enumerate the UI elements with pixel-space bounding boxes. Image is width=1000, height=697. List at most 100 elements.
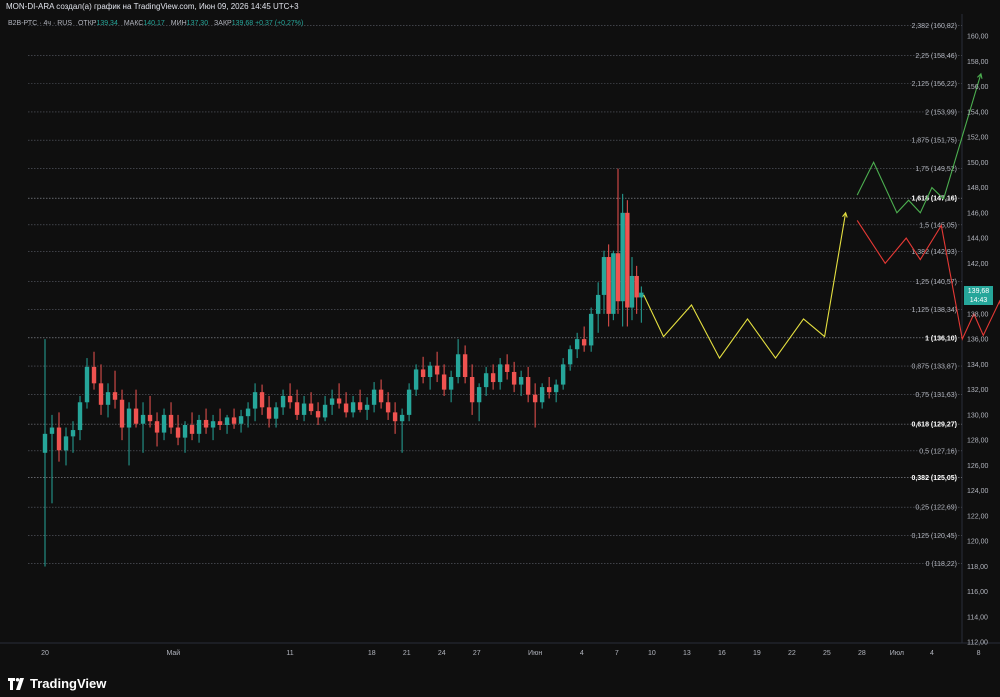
price-tick-label: 154,00 bbox=[967, 109, 989, 116]
candle-body bbox=[378, 389, 384, 403]
candle-body bbox=[525, 377, 531, 395]
tradingview-logo-icon bbox=[8, 677, 24, 690]
low-value: 137,30 bbox=[186, 20, 209, 27]
candle-body bbox=[504, 364, 510, 372]
high-value: 140,17 bbox=[143, 20, 165, 27]
candle-body bbox=[266, 407, 272, 419]
price-chart[interactable]: 2,382 (160,82) 2,25 (158,46) 2,125 (156,22… bbox=[0, 0, 1000, 697]
candle-body bbox=[217, 421, 223, 426]
time-tick-label: 21 bbox=[403, 650, 411, 657]
time-tick-label: 10 bbox=[648, 650, 656, 657]
fib-level-label: 2,382 (160,82) bbox=[911, 23, 957, 30]
candle-body bbox=[161, 414, 167, 433]
high-label: МАКС bbox=[123, 20, 144, 27]
change-value: +0,37 (+0,27%) bbox=[255, 20, 304, 27]
price-axis[interactable]: 160,00 158,00 156,00 154,00 152,00 150,00 148,… bbox=[967, 34, 989, 647]
price-tick-label: 118,00 bbox=[967, 564, 988, 571]
fib-level-label: 1,75 (149,52) bbox=[915, 166, 957, 173]
candle-body bbox=[427, 365, 433, 378]
candle-body bbox=[455, 354, 461, 378]
price-tick-label: 116,00 bbox=[967, 589, 988, 596]
candle-body bbox=[154, 421, 160, 433]
time-tick-label: 8 bbox=[977, 650, 981, 657]
price-tick-label: 124,00 bbox=[967, 488, 989, 495]
candle-body bbox=[462, 354, 468, 378]
candle-body bbox=[639, 292, 644, 298]
candle-body bbox=[105, 392, 111, 405]
price-tick-label: 142,00 bbox=[967, 261, 989, 268]
candle-body bbox=[224, 417, 230, 426]
fib-level-label: 2,125 (156,22) bbox=[911, 81, 957, 88]
fib-level-label: 1,5 (145,05) bbox=[919, 222, 957, 229]
time-tick-label: 4 bbox=[930, 650, 934, 657]
candle-body bbox=[406, 389, 412, 415]
time-tick-label: 24 bbox=[438, 650, 446, 657]
symbol-legend: B2B-РТС · 4ч · RUS ОТКР139,34 МАКС140,17… bbox=[8, 20, 303, 27]
price-tick-label: 130,00 bbox=[967, 412, 989, 419]
candle-body bbox=[315, 411, 321, 418]
candle-body bbox=[336, 398, 342, 404]
time-tick-label: 11 bbox=[286, 650, 293, 657]
candle-body bbox=[189, 425, 195, 434]
candle-body bbox=[518, 377, 524, 385]
candle-body bbox=[448, 377, 454, 390]
fib-level-label: 1,875 (151,75) bbox=[911, 138, 957, 145]
candle-body bbox=[308, 403, 314, 412]
time-tick-label: 27 bbox=[473, 650, 481, 657]
fib-level-label: 0,125 (120,45) bbox=[911, 533, 957, 540]
candle-body bbox=[70, 430, 76, 437]
candle-body bbox=[84, 366, 90, 403]
fibonacci-levels: 2,382 (160,82) 2,25 (158,46) 2,125 (156,22… bbox=[0, 14, 1000, 644]
symbol-info: B2B-РТС · 4ч · RUS bbox=[8, 20, 73, 27]
time-tick-label: 7 bbox=[615, 650, 619, 657]
candle-body bbox=[231, 417, 237, 424]
candle-body bbox=[301, 403, 307, 415]
fib-level-label: 1 (136,10) bbox=[925, 335, 957, 342]
candle-body bbox=[581, 339, 587, 346]
candle-body bbox=[210, 421, 216, 428]
candle-body bbox=[606, 257, 611, 314]
candle-body bbox=[434, 365, 440, 375]
candle-body bbox=[175, 427, 181, 438]
candle-body bbox=[620, 212, 625, 302]
price-tick-label: 150,00 bbox=[967, 160, 989, 167]
open-value: 139,34 bbox=[96, 20, 118, 27]
candle-body bbox=[119, 399, 125, 428]
price-tick-label: 126,00 bbox=[967, 463, 989, 470]
fib-level-label: 1,125 (138,34) bbox=[911, 307, 957, 314]
price-tick-label: 120,00 bbox=[967, 539, 989, 546]
candle-body bbox=[252, 392, 258, 409]
tradingview-logo[interactable]: TradingView bbox=[8, 676, 106, 691]
candle-body bbox=[441, 374, 447, 390]
fib-level-label: 0,25 (122,69) bbox=[915, 505, 957, 512]
candle-body bbox=[611, 253, 616, 314]
candle-body bbox=[91, 366, 97, 384]
time-tick-label: 16 bbox=[718, 650, 726, 657]
price-tick-label: 146,00 bbox=[967, 210, 989, 217]
price-tick-label: 132,00 bbox=[967, 387, 989, 394]
fib-level-label: 0,75 (131,63) bbox=[915, 392, 957, 399]
fib-level-label: 1,618 (147,16) bbox=[911, 196, 957, 203]
price-tick-label: 122,00 bbox=[967, 513, 989, 520]
time-tick-label: Июн bbox=[528, 650, 542, 657]
price-tick-label: 114,00 bbox=[967, 614, 988, 621]
candle-body bbox=[42, 433, 48, 453]
time-axis[interactable]: 20Май1118212427Июн4710131619222528Июл481… bbox=[41, 649, 1000, 657]
candle-body bbox=[539, 387, 545, 403]
candle-body bbox=[196, 419, 202, 434]
time-tick-label: Июл bbox=[890, 650, 904, 657]
price-tick-label: 134,00 bbox=[967, 362, 989, 369]
bar-countdown: 14:43 bbox=[969, 297, 988, 304]
time-tick-label: 28 bbox=[858, 650, 866, 657]
time-tick-label: 18 bbox=[368, 650, 376, 657]
candle-body bbox=[601, 257, 607, 295]
close-label: ЗАКР bbox=[214, 20, 232, 27]
candle-body bbox=[147, 414, 153, 422]
candle-body bbox=[476, 387, 482, 403]
close-value: 139,68 bbox=[231, 20, 254, 27]
time-tick-label: 4 bbox=[580, 650, 584, 657]
projection-path bbox=[643, 212, 847, 360]
fib-level-label: 2 (153,99) bbox=[925, 109, 957, 116]
time-tick-label: 25 bbox=[823, 650, 831, 657]
candle-body bbox=[287, 395, 293, 403]
